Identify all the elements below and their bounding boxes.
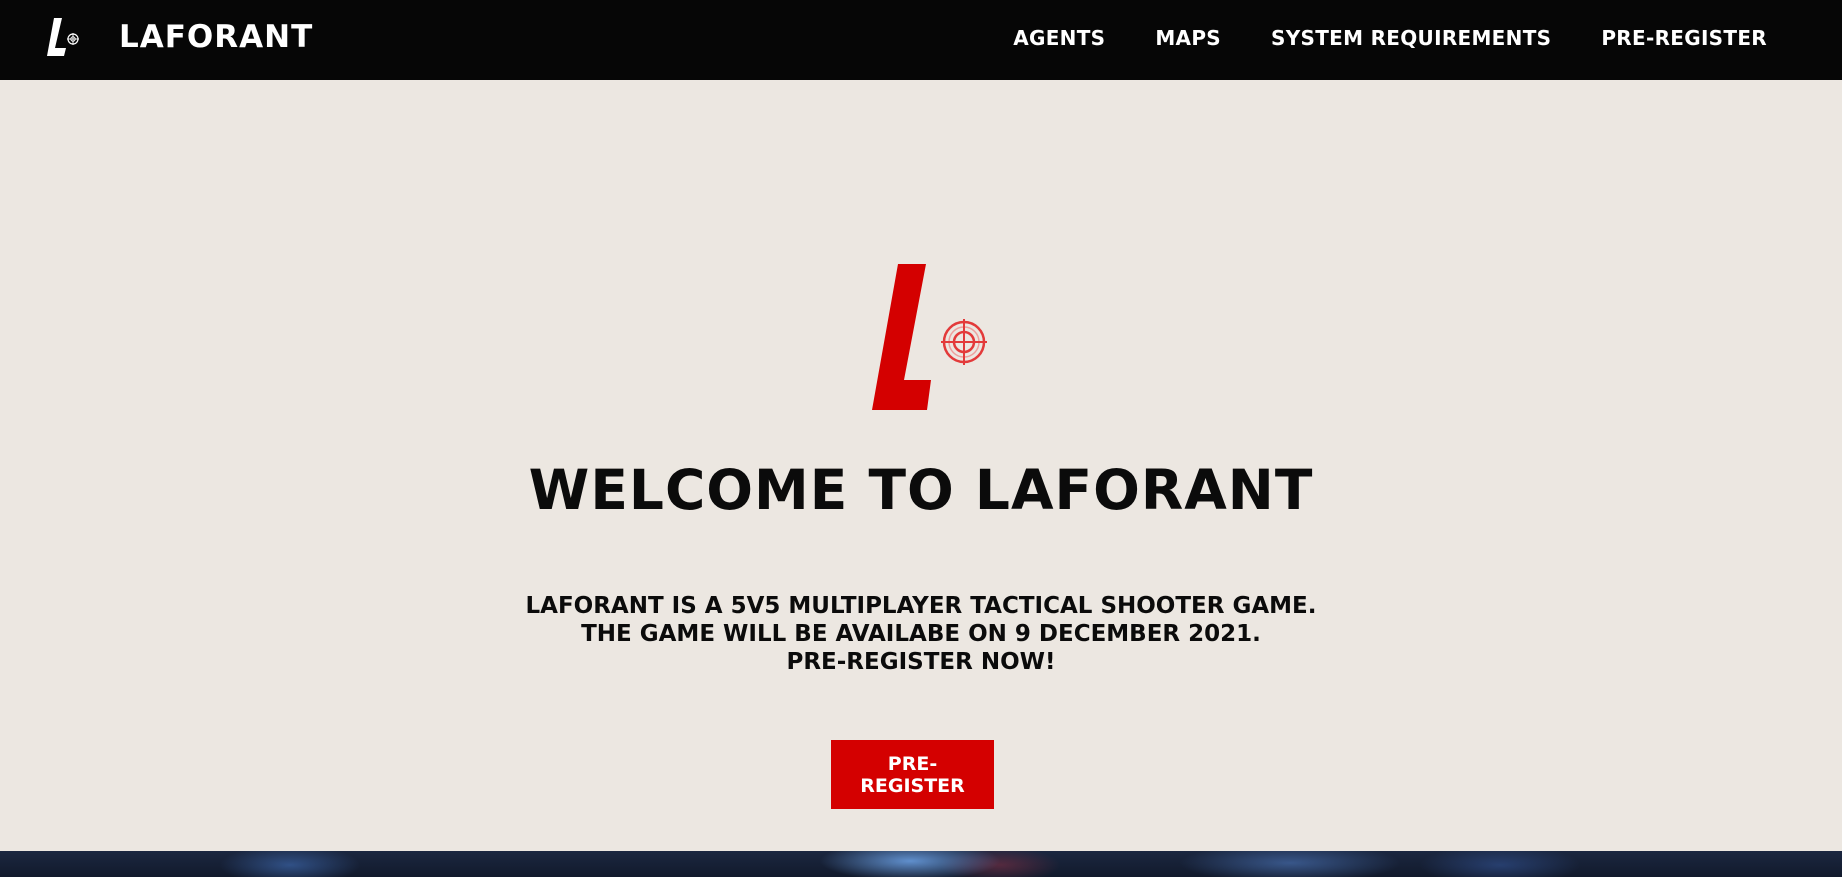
nav-link-maps[interactable]: MAPS — [1155, 22, 1221, 54]
hero-description: LAFORANT IS A 5V5 MULTIPLAYER TACTICAL S… — [0, 592, 1842, 676]
brand-logo-icon[interactable] — [44, 16, 84, 60]
top-navbar: LAFORANT AGENTS MAPS SYSTEM REQUIREMENTS… — [0, 0, 1842, 80]
game-art-banner — [0, 851, 1842, 877]
hero-description-line: PRE-REGISTER NOW! — [786, 649, 1056, 675]
nav-link-pre-register[interactable]: PRE-REGISTER — [1601, 22, 1767, 54]
hero-title: WELCOME TO LAFORANT — [528, 458, 1314, 522]
main-nav: AGENTS MAPS SYSTEM REQUIREMENTS PRE-REGI… — [1013, 22, 1767, 54]
brand-name-link[interactable]: LAFORANT — [119, 17, 313, 57]
nav-link-system-requirements[interactable]: SYSTEM REQUIREMENTS — [1271, 22, 1551, 54]
nav-link-agents[interactable]: AGENTS — [1013, 22, 1105, 54]
pre-register-button[interactable]: PRE-REGISTER — [831, 740, 994, 809]
hero-description-line: THE GAME WILL BE AVAILABE ON 9 DECEMBER … — [581, 621, 1261, 647]
page: LAFORANT AGENTS MAPS SYSTEM REQUIREMENTS… — [0, 0, 1842, 877]
laforant-logo-icon — [872, 264, 987, 410]
hero-description-line: LAFORANT IS A 5V5 MULTIPLAYER TACTICAL S… — [525, 593, 1317, 619]
